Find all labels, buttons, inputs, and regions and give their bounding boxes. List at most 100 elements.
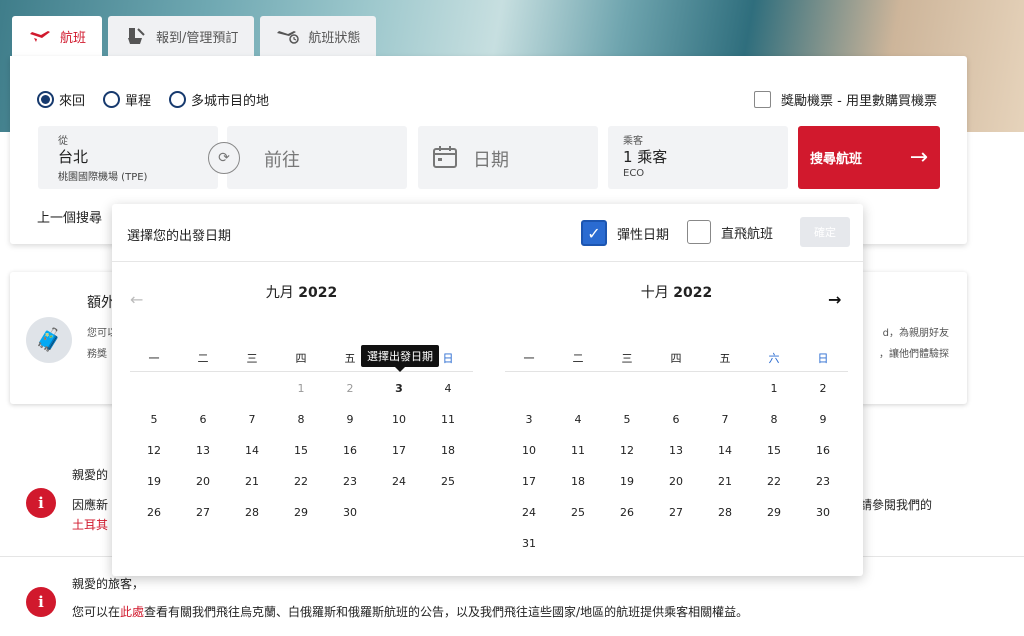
from-city: 台北 xyxy=(58,148,89,166)
calendar-day: 1 xyxy=(297,382,305,395)
calendar-day[interactable]: 22 xyxy=(286,475,316,495)
calendar-day[interactable]: 19 xyxy=(612,475,642,495)
month-september: 九月 2022 一二三四五六日 123456789101112131415161… xyxy=(130,282,473,519)
to-field[interactable]: 前往 xyxy=(227,126,407,189)
notice-body-before: 您可以在 xyxy=(72,605,121,619)
tab-label: 航班狀態 xyxy=(308,30,361,46)
calendar-day[interactable]: 25 xyxy=(433,475,463,495)
weekday-label: 五 xyxy=(719,352,731,365)
calendar-day[interactable]: 5 xyxy=(612,413,642,433)
calendar-day[interactable]: 29 xyxy=(286,506,316,526)
date-field[interactable]: 日期 xyxy=(418,126,598,189)
calendar-day[interactable]: 24 xyxy=(384,475,414,495)
calendar-day[interactable]: 27 xyxy=(661,506,691,526)
calendar-day[interactable]: 6 xyxy=(188,413,218,433)
calendar-day[interactable]: 10 xyxy=(384,413,414,433)
calendar-day[interactable]: 2 xyxy=(808,382,838,402)
calendar-day[interactable]: 18 xyxy=(563,475,593,495)
radio-round-trip[interactable]: 來回 xyxy=(37,90,85,109)
calendar-day[interactable]: 26 xyxy=(139,506,169,526)
notice-body: 因應新 xyxy=(72,498,109,512)
calendar-day[interactable]: 7 xyxy=(710,413,740,433)
calendar-day[interactable]: 21 xyxy=(710,475,740,495)
calendar-day[interactable]: 16 xyxy=(335,444,365,464)
from-label: 從 xyxy=(58,136,68,147)
month-year: 2022 xyxy=(673,285,713,301)
notice-link[interactable]: 土耳其 xyxy=(72,516,108,533)
calendar-day[interactable]: 4 xyxy=(563,413,593,433)
calendar-day[interactable]: 13 xyxy=(661,444,691,464)
radio-circle xyxy=(169,91,187,108)
calendar-day[interactable]: 6 xyxy=(661,413,691,433)
calendar-day[interactable]: 13 xyxy=(188,444,218,464)
calendar-day[interactable]: 22 xyxy=(759,475,789,495)
checkbox-box xyxy=(687,220,711,244)
calendar-day[interactable]: 23 xyxy=(335,475,365,495)
calendar-day[interactable]: 17 xyxy=(384,444,414,464)
calendar-day[interactable]: 16 xyxy=(808,444,838,464)
calendar-day[interactable]: 1 xyxy=(759,382,789,402)
tab-flight-status[interactable]: 航班狀態 xyxy=(260,16,377,56)
calendar-day[interactable]: 21 xyxy=(237,475,267,495)
calendar-day[interactable]: 19 xyxy=(139,475,169,495)
reward-ticket-checkbox[interactable]: 獎勵機票 - 用里數購買機票 xyxy=(754,90,937,109)
search-flights-button[interactable]: 搜尋航班 → xyxy=(798,126,940,189)
search-label: 搜尋航班 xyxy=(810,152,863,167)
calendar-day[interactable]: 11 xyxy=(433,413,463,433)
calendar-day[interactable]: 12 xyxy=(139,444,169,464)
calendar-day[interactable]: 27 xyxy=(188,506,218,526)
calendar-day[interactable]: 17 xyxy=(514,475,544,495)
calendar-day[interactable]: 12 xyxy=(612,444,642,464)
calendar-day[interactable]: 14 xyxy=(237,444,267,464)
radio-one-way[interactable]: 單程 xyxy=(103,90,151,109)
calendar-day[interactable]: 28 xyxy=(710,506,740,526)
from-field[interactable]: 從 台北 桃園國際機場 (TPE) xyxy=(38,126,218,189)
calendar-day[interactable]: 8 xyxy=(286,413,316,433)
calendar-day[interactable]: 5 xyxy=(139,413,169,433)
calendar-day[interactable]: 3 xyxy=(384,382,414,402)
plane-icon xyxy=(30,31,50,42)
radio-multi-city[interactable]: 多城市目的地 xyxy=(169,90,269,109)
weekday-label: 四 xyxy=(295,352,307,365)
tab-checkin-manage[interactable]: 報到/管理預訂 xyxy=(108,16,255,56)
calendar-day[interactable]: 8 xyxy=(759,413,789,433)
weekday-label: 三 xyxy=(246,352,258,365)
booking-tabs: 航班 報到/管理預訂 航班狀態 xyxy=(12,16,377,56)
calendar-day[interactable]: 26 xyxy=(612,506,642,526)
previous-search-link[interactable]: 上一個搜尋 xyxy=(37,207,102,226)
date-picker-title: 選擇您的出發日期 xyxy=(127,229,232,244)
calendar-day[interactable]: 4 xyxy=(433,382,463,402)
calendar-day[interactable]: 3 xyxy=(514,413,544,433)
calendar-day[interactable]: 18 xyxy=(433,444,463,464)
calendar-day[interactable]: 25 xyxy=(563,506,593,526)
calendar-day[interactable]: 9 xyxy=(808,413,838,433)
weekday-label: 六 xyxy=(768,352,780,365)
calendar-day[interactable]: 15 xyxy=(759,444,789,464)
calendar-day[interactable]: 20 xyxy=(661,475,691,495)
weekday-label: 五 xyxy=(344,352,356,365)
calendar-day[interactable]: 9 xyxy=(335,413,365,433)
passengers-field[interactable]: 乘客 1 乘客 ECO xyxy=(608,126,788,189)
calendar-day[interactable]: 30 xyxy=(808,506,838,526)
calendar-day[interactable]: 29 xyxy=(759,506,789,526)
notice-here-link[interactable]: 此處 xyxy=(120,605,144,619)
calendar-day[interactable]: 10 xyxy=(514,444,544,464)
calendar-day[interactable]: 28 xyxy=(237,506,267,526)
calendar-day[interactable]: 11 xyxy=(563,444,593,464)
promo-text-line2: 務獎 xyxy=(87,349,107,360)
tab-flights[interactable]: 航班 xyxy=(12,16,103,56)
confirm-button[interactable]: 確定 xyxy=(800,217,850,247)
calendar-day[interactable]: 15 xyxy=(286,444,316,464)
flexible-dates-checkbox[interactable]: ✓ 彈性日期 xyxy=(581,220,669,246)
calendar-day[interactable]: 23 xyxy=(808,475,838,495)
calendar-day[interactable]: 24 xyxy=(514,506,544,526)
calendar-day[interactable]: 20 xyxy=(188,475,218,495)
calendar-day[interactable]: 7 xyxy=(237,413,267,433)
calendar-day[interactable]: 14 xyxy=(710,444,740,464)
direct-flights-checkbox[interactable]: 直飛航班 xyxy=(687,220,773,244)
calendar-day[interactable]: 31 xyxy=(514,537,544,557)
flexible-dates-label: 彈性日期 xyxy=(617,227,670,243)
swap-icon[interactable]: ⟳ xyxy=(208,142,240,174)
tab-label: 航班 xyxy=(60,30,87,46)
calendar-day[interactable]: 30 xyxy=(335,506,365,526)
